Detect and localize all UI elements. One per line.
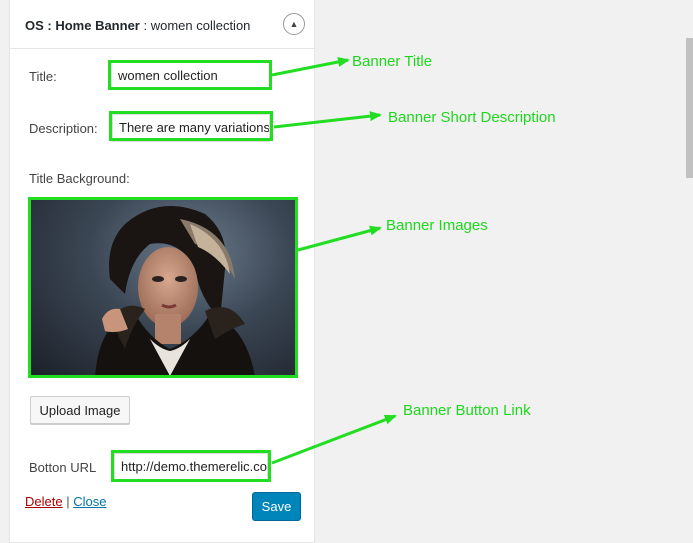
annotation-banner-title: Banner Title [352, 53, 433, 70]
widget-header[interactable]: OS : Home Banner : women collection ▲ [10, 0, 314, 49]
description-input[interactable]: There are many variations [112, 114, 270, 142]
link-separator: | [62, 494, 74, 509]
widget-control-links: Delete | Close [25, 494, 106, 509]
widget-title-main: OS : Home Banner [25, 18, 140, 33]
title-label: Title: [29, 69, 57, 84]
description-label: Description: [29, 121, 98, 136]
button-url-input[interactable]: http://demo.themerelic.com [114, 453, 268, 481]
portrait-illustration [95, 206, 255, 376]
close-link[interactable]: Close [73, 494, 106, 509]
save-button[interactable]: Save [252, 492, 301, 521]
scrollbar-thumb[interactable] [686, 38, 693, 178]
title-background-label: Title Background: [29, 171, 130, 186]
title-input[interactable]: women collection [111, 62, 270, 90]
delete-link[interactable]: Delete [25, 494, 63, 509]
collapse-toggle-icon[interactable]: ▲ [283, 13, 305, 35]
widget-title-instance: : women collection [139, 18, 251, 33]
button-url-label: Botton URL [29, 460, 97, 475]
annotation-banner-description: Banner Short Description [388, 109, 556, 126]
upload-image-button[interactable]: Upload Image [30, 396, 130, 424]
annotation-banner-button-link: Banner Button Link [403, 402, 531, 419]
banner-image-preview [30, 199, 296, 376]
annotation-banner-images: Banner Images [386, 217, 488, 234]
widget-title: OS : Home Banner : women collection [25, 18, 250, 33]
